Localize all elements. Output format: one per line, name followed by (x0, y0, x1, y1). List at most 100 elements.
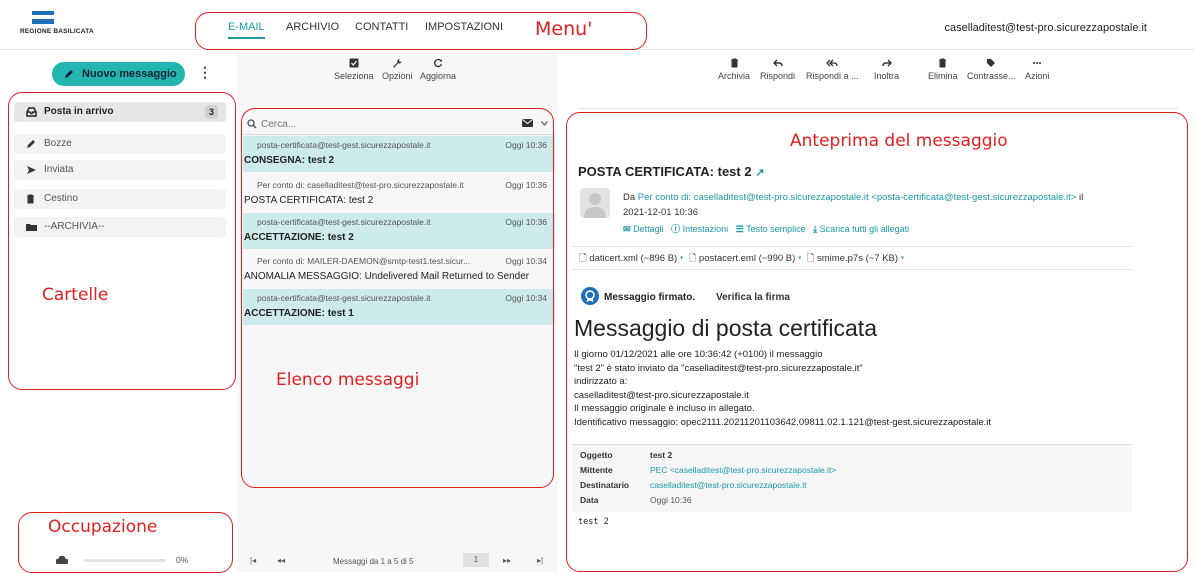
annotation-occupazione-label: Occupazione (48, 517, 158, 537)
user-email[interactable]: caselladitest@test-pro.sicurezzapostale.… (944, 22, 1147, 34)
trash-icon (939, 58, 947, 68)
reply-all-button[interactable]: Rispondi a ... (806, 58, 859, 81)
lines-icon: ☰ (735, 224, 744, 234)
signature-badge-icon (581, 287, 599, 305)
meta-key: Data (580, 495, 599, 505)
meta-key: Mittente (580, 465, 613, 475)
file-icon: 🗋 (806, 253, 815, 264)
select-button[interactable]: Seleziona (334, 58, 374, 81)
attachment-label: postacert.eml (~990 B) (698, 253, 796, 264)
refresh-label: Aggiorna (420, 71, 457, 81)
meta-value: test 2 (650, 450, 673, 460)
next-page-icon[interactable]: ▸▸ (503, 556, 511, 565)
meta-value[interactable]: PEC <caselladitest@test-pro.sicurezzapos… (650, 465, 836, 475)
options-button[interactable]: Opzioni (382, 58, 413, 81)
reply-all-label: Rispondi a ... (806, 71, 859, 81)
external-link-icon[interactable]: ↗ (755, 167, 764, 179)
wrench-icon (393, 59, 402, 68)
options-label: Opzioni (382, 71, 413, 81)
reply-label: Rispondi (760, 71, 796, 81)
forward-icon (881, 59, 892, 67)
quota-bar (84, 559, 166, 562)
annotation-anteprima-label: Anteprima del messaggio (790, 131, 1008, 151)
annotation-cartelle-box (8, 92, 236, 390)
annotation-elenco-box (241, 108, 554, 488)
message-body: Il giorno 01/12/2021 alle ore 10:36:42 (… (574, 348, 1174, 429)
first-page-icon[interactable]: |◂ (250, 556, 256, 565)
mark-label: Contrasse... (967, 71, 1016, 81)
attachment-label: daticert.xml (~896 B) (589, 253, 678, 264)
attachment-item[interactable]: 🗋 smime.p7s (~7 KB) ▾ (807, 253, 904, 264)
attachment-item[interactable]: 🗋 postacert.eml (~990 B) ▾ (689, 253, 802, 264)
region-flag-icon (32, 8, 54, 24)
file-icon: 🗋 (579, 253, 587, 264)
file-icon: 🗋 (688, 253, 697, 264)
reply-all-icon (826, 59, 838, 67)
last-page-icon[interactable]: ▸| (537, 556, 543, 565)
headers-label: Intestazioni (682, 224, 729, 234)
body-line: "test 2" è stato inviato da "caselladite… (574, 362, 863, 374)
new-message-label: Nuovo messaggio (82, 68, 177, 80)
message-actions: ✉ Dettagli ⓘ Intestazioni ☰ Testo sempli… (623, 222, 909, 235)
download-all-link[interactable]: ⤓ Scarica tutti gli allegati (813, 224, 909, 234)
pager-info: Messaggi da 1 a 5 di 5 (333, 557, 414, 566)
annotation-menu-label: Menu' (535, 18, 593, 40)
message-title-text: POSTA CERTIFICATA: test 2 (578, 164, 752, 179)
body-line: Identificativo messaggio: opec2111.20211… (574, 416, 992, 428)
pencil-icon (65, 70, 73, 78)
pagination: |◂ ◂◂ Messaggi da 1 a 5 di 5 1 ▸▸ ▸| (237, 552, 557, 572)
avatar (580, 188, 610, 218)
archive-label: Archivia (718, 71, 751, 81)
plain-text-body: test 2 (578, 517, 609, 527)
meta-value: Oggi 10:36 (650, 495, 692, 505)
headers-link[interactable]: ⓘ Intestazioni (671, 224, 728, 234)
chevron-down-icon: ▾ (679, 253, 684, 264)
logo[interactable]: REGIONE BASILICATA (20, 8, 130, 44)
body-line: indirizzato a: (574, 376, 628, 387)
current-page[interactable]: 1 (463, 553, 489, 567)
chevron-down-icon: ▾ (797, 253, 802, 264)
attachment-item[interactable]: 🗋 daticert.xml (~896 B) ▾ (579, 253, 683, 264)
refresh-button[interactable]: Aggiorna (420, 58, 456, 81)
meta-value[interactable]: caselladitest@test-pro.sicurezzapostale.… (650, 480, 807, 490)
message-title: POSTA CERTIFICATA: test 2 ↗ (578, 164, 764, 179)
message-heading: Messaggio di posta certificata (574, 315, 877, 341)
reply-icon (772, 59, 783, 67)
storage-icon (56, 556, 68, 564)
download-all-label: Scarica tutti gli allegati (819, 224, 910, 234)
logo-text: REGIONE BASILICATA (20, 28, 94, 35)
from-link[interactable]: Per conto di: caselladitest@test-pro.sic… (638, 192, 1077, 203)
message-sender: Da Per conto di: caselladitest@test-pro.… (623, 190, 1143, 220)
from-suffix: il (1078, 192, 1084, 203)
checkbox-icon (349, 58, 359, 68)
more-icon (1033, 62, 1042, 64)
body-line: caselladitest@test-pro.sicurezzapostale.… (574, 389, 749, 401)
attachment-list: 🗋 daticert.xml (~896 B) ▾ 🗋 postacert.em… (579, 251, 904, 267)
download-icon: ⤓ (813, 224, 818, 234)
annotation-elenco-label: Elenco messaggi (276, 370, 420, 390)
from-prefix: Da (623, 192, 636, 203)
refresh-icon (434, 58, 443, 68)
details-link[interactable]: ✉ Dettagli (623, 224, 664, 234)
tag-icon (987, 59, 996, 67)
body-line: Il messaggio originale è incluso in alle… (574, 403, 755, 414)
forward-button[interactable]: Inoltra (874, 58, 899, 81)
details-label: Dettagli (633, 224, 664, 234)
new-message-button[interactable]: Nuovo messaggio (52, 62, 185, 86)
message-metadata: Oggetto test 2 Mittente PEC <caselladite… (572, 444, 1132, 512)
mark-button[interactable]: Contrasse... (967, 58, 1016, 81)
select-label: Seleziona (334, 71, 374, 81)
annotation-cartelle-label: Cartelle (42, 285, 109, 305)
actions-button[interactable]: Azioni (1025, 58, 1050, 81)
toolbar-divider (579, 108, 1179, 109)
plain-text-link[interactable]: ☰ Testo semplice (736, 224, 806, 234)
user-icon (584, 193, 606, 218)
trash-icon (730, 58, 738, 68)
archive-button[interactable]: Archivia (718, 58, 750, 81)
more-options-icon[interactable]: ⋮ (198, 64, 212, 81)
actions-label: Azioni (1025, 71, 1050, 81)
prev-page-icon[interactable]: ◂◂ (277, 556, 285, 565)
reply-button[interactable]: Rispondi (760, 58, 795, 81)
verify-signature-link[interactable]: Verifica la firma (716, 292, 790, 303)
delete-button[interactable]: Elimina (928, 58, 958, 81)
